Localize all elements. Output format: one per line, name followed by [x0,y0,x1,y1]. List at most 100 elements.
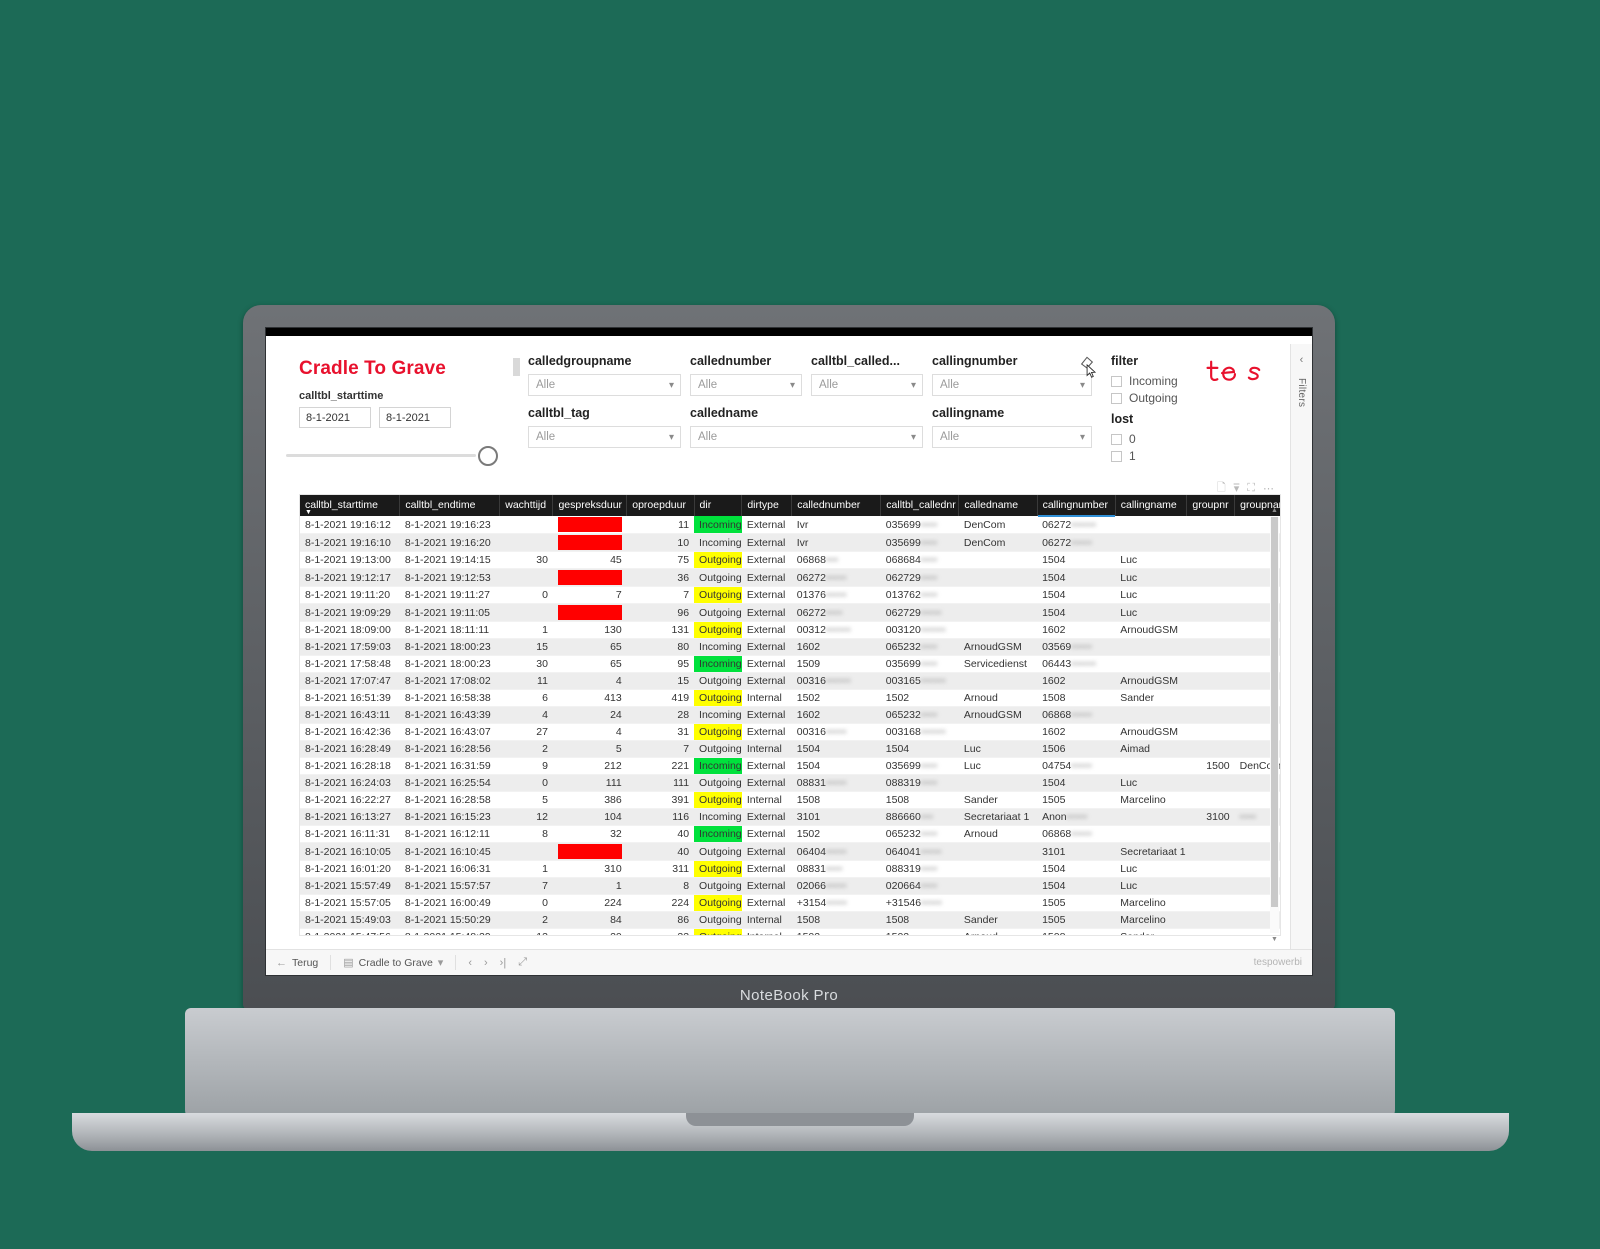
column-header-calltbl_endtime[interactable]: calltbl_endtime [399,495,501,516]
table-row[interactable]: 8-1-2021 17:58:48 8-1-2021 18:00:23 30 65 95… [300,655,1280,673]
column-header-gespreksduur[interactable]: gespreksduur [552,495,628,516]
column-header-calltbl_starttime[interactable]: calltbl_starttime ▼ [300,495,401,516]
table-row[interactable]: 8-1-2021 19:12:17 8-1-2021 19:12:53 36 Outg… [300,568,1280,587]
next-page-icon[interactable]: › [484,957,488,969]
cell-wachttijd: 1 [499,621,553,639]
table-row[interactable]: 8-1-2021 18:09:00 8-1-2021 18:11:11 1 130 13… [300,621,1280,639]
cell-calltbl-callednr: +31546••••• [880,894,959,912]
table-vertical-scrollbar[interactable]: ▲ ▼ [1270,507,1279,943]
checkbox-row-lost-0[interactable]: 0 [1111,431,1136,447]
scrollbar-thumb[interactable] [1271,517,1278,907]
cell-starttime: 8-1-2021 16:22:27 [300,791,400,809]
checkbox-row-incoming[interactable]: Incoming [1111,373,1178,389]
redacted-digits: •••• [920,658,938,670]
table-row[interactable]: 8-1-2021 16:28:49 8-1-2021 16:28:56 2 5 7 Out… [300,740,1280,758]
table-row[interactable]: 8-1-2021 16:11:31 8-1-2021 16:12:11 8 32 40 I… [300,825,1280,843]
table-row[interactable]: 8-1-2021 19:13:00 8-1-2021 19:14:15 30 45 75… [300,551,1280,569]
table-row[interactable]: 8-1-2021 16:28:18 8-1-2021 16:31:59 9 212 22… [300,757,1280,775]
table-row[interactable]: 8-1-2021 15:47:568-1-2021 15:48:29132033… [300,928,1280,935]
table-row[interactable]: 8-1-2021 17:07:47 8-1-2021 17:08:02 11 4 15 O… [300,672,1280,690]
slicer-calltbl-callednr-dropdown[interactable]: Alle ▾ [811,374,923,396]
cell-oproepduur: 33 [626,928,695,935]
scroll-down-icon[interactable]: ▼ [1271,936,1278,943]
back-button[interactable]: ← Terug [276,957,318,969]
chevron-left-icon[interactable]: ‹ [1300,354,1304,366]
column-header-callednumber[interactable]: callednumber [791,495,882,516]
checkbox-incoming-label: Incoming [1129,374,1178,388]
date-from-input[interactable]: 8-1-2021 [299,407,371,428]
table-row[interactable]: 8-1-2021 16:43:11 8-1-2021 16:43:39 4 24 28 I… [300,706,1280,724]
column-header-callingnumber[interactable]: callingnumber [1037,495,1116,517]
checkbox-row-outgoing[interactable]: Outgoing [1111,390,1178,406]
fit-to-page-icon[interactable]: ⤢ [518,956,527,969]
column-header-wachttijd[interactable]: wachttijd [499,495,554,516]
table-row[interactable]: 8-1-2021 16:42:36 8-1-2021 16:43:07 27 4 31 O… [300,723,1280,741]
checkbox-incoming[interactable] [1111,375,1122,387]
laptop-base [185,1008,1395,1120]
slicer-callednumber-value: Alle [698,379,718,391]
table-row[interactable]: 8-1-2021 16:10:05 8-1-2021 16:10:45 40 Outg… [300,842,1280,861]
redacted-digits: •••• [920,863,938,875]
cell-starttime: 8-1-2021 16:24:03 [300,774,400,792]
last-page-icon[interactable]: ›| [500,957,507,969]
column-header-calledname[interactable]: calledname [958,495,1038,516]
checkbox-lost-1[interactable] [1111,450,1122,462]
column-header-oproepduur[interactable]: oproepduur [626,495,695,516]
slicer-calledgroupname-dropdown[interactable]: Alle ▾ [528,374,681,396]
previous-page-icon[interactable]: ‹ [468,957,472,969]
cell-calltbl-callednr: 062729•••• [880,568,959,587]
filters-pane-rail[interactable]: ‹ Filters [1290,344,1312,949]
cell-callingname [1115,533,1187,552]
table-row[interactable]: 8-1-2021 15:57:49 8-1-2021 15:57:57 7 1 8 Out… [300,877,1280,895]
slider-handle-right[interactable] [478,446,498,466]
table-row[interactable]: 8-1-2021 19:09:29 8-1-2021 19:11:05 96 Outg… [300,603,1280,622]
table-row[interactable]: 8-1-2021 16:51:39 8-1-2021 16:58:38 6 413 41… [300,689,1280,707]
checkbox-lost-0[interactable] [1111,433,1122,445]
table-row[interactable]: 8-1-2021 16:24:03 8-1-2021 16:25:54 0 111 11… [300,774,1280,792]
cell-groupnr [1186,791,1235,809]
column-header-dirtype[interactable]: dirtype [741,495,793,516]
column-header-callingname[interactable]: callingname [1115,495,1188,516]
table-row[interactable]: 8-1-2021 15:57:05 8-1-2021 16:00:49 0 224 22… [300,894,1280,912]
date-range-slider[interactable] [286,444,498,466]
table-row[interactable]: 8-1-2021 16:22:27 8-1-2021 16:28:58 5 386 39… [300,791,1280,809]
cell-callednumber: 00316••••• [791,723,881,741]
laptop-lid: ‹ Filters Cradle To Grave calltbl_startt… [243,305,1335,1010]
slicer-calltbl-tag-dropdown[interactable]: Alle ▾ [528,426,681,448]
column-header-groupnr[interactable]: groupnr [1186,495,1236,516]
column-header-dir[interactable]: dir [694,495,743,516]
slicer-callingnumber-dropdown[interactable]: Alle ▾ [932,374,1092,396]
chevron-down-icon: ▾ [1079,431,1085,443]
date-to-input[interactable]: 8-1-2021 [379,407,451,428]
cell-calltbl-callednr: 068684•••• [880,551,959,569]
slicer-callednumber-dropdown[interactable]: Alle ▾ [690,374,802,396]
more-options-icon[interactable]: ⋯ [1263,482,1274,495]
table-row[interactable]: 8-1-2021 19:11:20 8-1-2021 19:11:27 0 7 7 Out… [300,586,1280,604]
cell-callingname: Aimad [1115,740,1187,758]
table-row[interactable]: 8-1-2021 16:01:20 8-1-2021 16:06:31 1 310 31… [300,860,1280,878]
redacted-digits: •••••• [920,726,946,738]
data-bar [557,844,622,859]
slicer-callingname-dropdown[interactable]: Alle ▾ [932,426,1092,448]
cell-groupnr [1186,672,1235,690]
table-row[interactable]: 8-1-2021 19:16:10 8-1-2021 19:16:20 10 Inco… [300,533,1280,552]
table-scroll-container[interactable]: calltbl_starttime ▼ calltbl_endtime wachtti… [300,495,1280,935]
filter-icon[interactable]: ▾̅ [1234,482,1240,495]
checkbox-outgoing[interactable] [1111,392,1122,404]
cell-wachttijd [499,842,553,861]
scroll-up-icon[interactable]: ▲ [1271,507,1278,514]
table-row[interactable]: 8-1-2021 17:59:03 8-1-2021 18:00:23 15 65 80… [300,638,1280,656]
cell-oproepduur: 40 [626,842,695,861]
cell-endtime: 8-1-2021 19:16:23 [399,516,500,534]
page-selector[interactable]: ▤ Cradle to Grave ▾ [343,956,443,970]
table-row[interactable]: 8-1-2021 15:49:03 8-1-2021 15:50:29 2 84 86 O… [300,911,1280,929]
table-row[interactable]: 8-1-2021 16:13:27 8-1-2021 16:15:23 12 104 1… [300,808,1280,826]
column-header-calltbl_callednr[interactable]: calltbl_callednr [880,495,960,516]
focus-mode-icon[interactable]: ⛶ [1247,482,1255,495]
slicer-calltbl-tag-label: calltbl_tag [528,406,590,420]
table-header-row[interactable]: calltbl_starttime ▼ calltbl_endtime wachtti… [300,495,1280,517]
table-row[interactable]: 8-1-2021 19:16:12 8-1-2021 19:16:23 11 Inco… [300,516,1280,534]
slicer-calledname-dropdown[interactable]: Alle ▾ [690,426,923,448]
checkbox-row-lost-1[interactable]: 1 [1111,448,1136,464]
cell-wachttijd: 12 [499,808,553,826]
